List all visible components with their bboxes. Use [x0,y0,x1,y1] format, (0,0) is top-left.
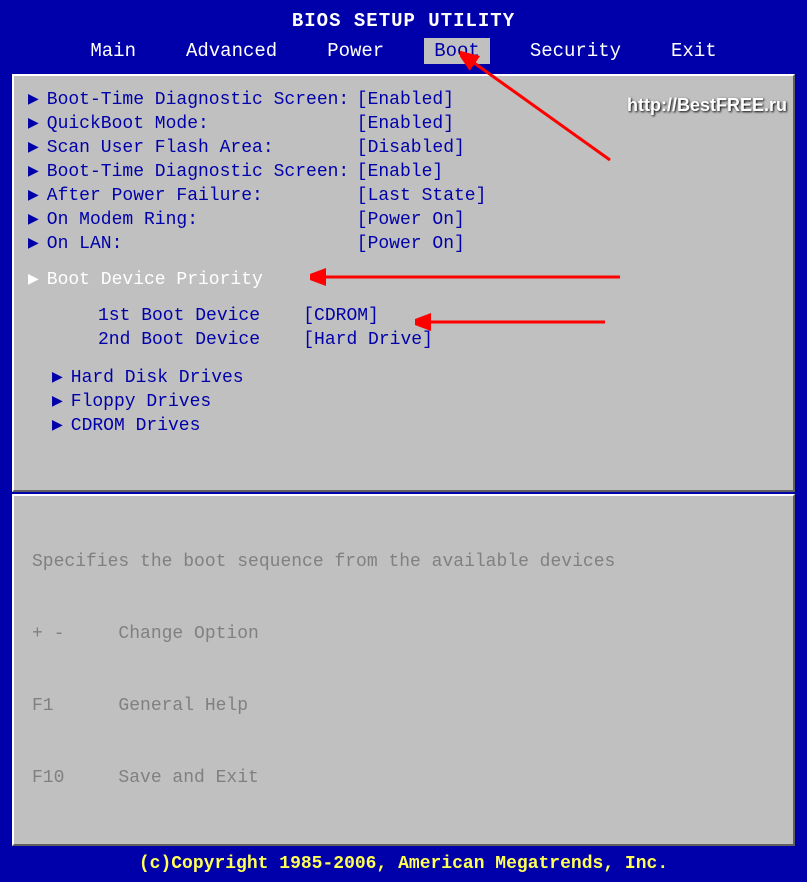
arrow-icon: ▶ [52,414,63,438]
copyright-footer: (c)Copyright 1985-2006, American Megatre… [4,846,803,882]
arrow-icon: ▶ [28,184,39,208]
bios-title: BIOS SETUP UTILITY [4,4,803,34]
arrow-icon: ▶ [52,366,63,390]
help-save-exit: F10 Save and Exit [32,766,775,790]
tab-advanced[interactable]: Advanced [176,38,287,64]
tab-bar: Main Advanced Power Boot Security Exit [4,34,803,72]
tab-exit[interactable]: Exit [661,38,727,64]
hard-disk-drives[interactable]: ▶ Hard Disk Drives [28,366,779,390]
help-general-help: F1 General Help [32,694,775,718]
tab-boot[interactable]: Boot [424,38,490,64]
content-panel: ▶ Boot-Time Diagnostic Screen: [Enabled]… [12,74,795,492]
first-boot-device[interactable]: 1st Boot Device [CDROM] [28,304,779,328]
arrow-icon: ▶ [28,136,39,160]
help-change-option: + - Change Option [32,622,775,646]
option-power-failure[interactable]: ▶ After Power Failure: [Last State] [28,184,779,208]
second-boot-device[interactable]: 2nd Boot Device [Hard Drive] [28,328,779,352]
help-description: Specifies the boot sequence from the ava… [32,550,775,574]
arrow-icon: ▶ [28,232,39,256]
arrow-icon: ▶ [28,208,39,232]
cdrom-drives[interactable]: ▶ CDROM Drives [28,414,779,438]
arrow-icon: ▶ [28,112,39,136]
tab-security[interactable]: Security [520,38,631,64]
floppy-drives[interactable]: ▶ Floppy Drives [28,390,779,414]
watermark: http://BestFREE.ru [627,95,787,116]
option-boot-time-diag-2[interactable]: ▶ Boot-Time Diagnostic Screen: [Enable] [28,160,779,184]
option-on-lan[interactable]: ▶ On LAN: [Power On] [28,232,779,256]
tab-power[interactable]: Power [317,38,394,64]
option-modem-ring[interactable]: ▶ On Modem Ring: [Power On] [28,208,779,232]
arrow-icon: ▶ [28,88,39,112]
arrow-icon: ▶ [28,266,39,294]
arrow-icon: ▶ [52,390,63,414]
option-scan-flash[interactable]: ▶ Scan User Flash Area: [Disabled] [28,136,779,160]
boot-device-priority[interactable]: ▶ Boot Device Priority [28,266,779,294]
arrow-icon: ▶ [28,160,39,184]
help-panel: Specifies the boot sequence from the ava… [12,494,795,846]
tab-main[interactable]: Main [80,38,146,64]
